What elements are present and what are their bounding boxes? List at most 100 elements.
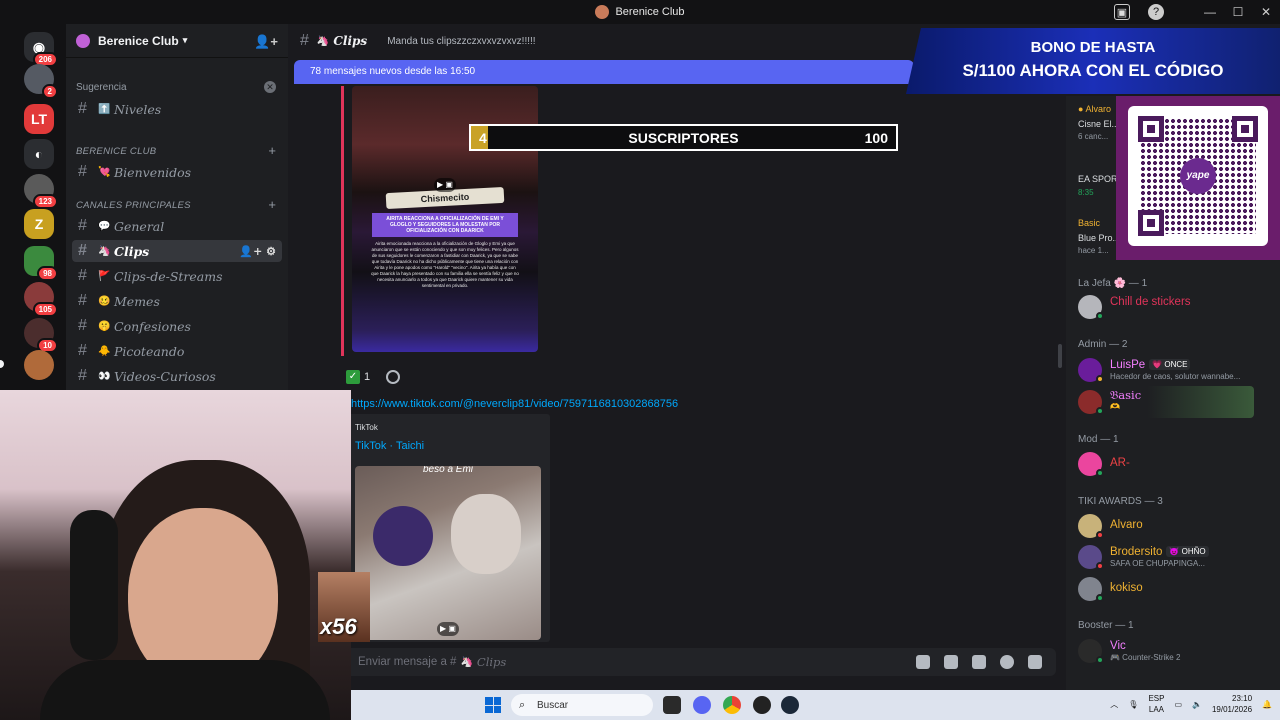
channel-general[interactable]: # 💬 General <box>72 215 282 237</box>
channel-picoteando[interactable]: # 🐥 Picoteando <box>72 340 282 362</box>
chrome-icon[interactable] <box>723 696 741 714</box>
discord-icon[interactable]: ◐ <box>24 139 54 169</box>
member-item[interactable]: LuisPe 💗 ONCE Hacedor de caos, solutor wa… <box>1076 354 1256 386</box>
server-icon[interactable]: 10 <box>24 318 58 353</box>
add-reaction-icon[interactable] <box>386 370 401 384</box>
create-channel-icon[interactable]: + <box>268 197 276 212</box>
microphone-icon[interactable]: 🎙 <box>1128 700 1138 709</box>
channel-niveles[interactable]: # ⬆️ Niveles <box>72 98 282 120</box>
member-group-label: Mod — 1 <box>1078 434 1119 445</box>
volume-icon[interactable]: 🔈 <box>1192 700 1202 709</box>
help-icon[interactable]: ? <box>1148 4 1164 20</box>
subscriber-goal: 100 <box>864 129 888 146</box>
play-icon[interactable]: ▶ ▣ <box>437 622 459 636</box>
scrollbar[interactable] <box>1058 344 1062 368</box>
member-item[interactable]: Vic 🎮 Counter-Strike 2 <box>1076 635 1256 667</box>
promo-banner: BONO DE HASTA S/1100 AHORA CON EL CÓDIGO <box>906 28 1280 94</box>
member-partial[interactable]: Basic <box>1078 218 1100 228</box>
network-icon[interactable]: ▭ <box>1174 700 1182 709</box>
member-item[interactable]: Chill de stickers <box>1076 291 1256 323</box>
message-composer[interactable]: Enviar mensaje a # 🦄 Clips <box>300 648 1056 676</box>
server-icon[interactable]: Z <box>24 209 54 239</box>
discord-app-icon[interactable] <box>693 696 711 714</box>
member-activity: Blue Pro... <box>1078 233 1121 243</box>
promo-line-2: S/1100 AHORA CON EL CÓDIGO <box>962 61 1224 80</box>
steam-icon[interactable] <box>781 696 799 714</box>
message-link[interactable]: https://www.tiktok.com/@neverclip81/vide… <box>351 398 678 410</box>
channel-confesiones[interactable]: # 🤫 Confesiones <box>72 315 282 337</box>
chevron-down-icon: ▾ <box>182 35 188 45</box>
hash-icon: # <box>78 292 87 309</box>
member-partial[interactable]: ● Alvaro <box>1078 104 1111 114</box>
language-indicator[interactable]: ESP LAA <box>1148 693 1164 715</box>
gift-icon[interactable] <box>916 655 930 669</box>
maximize-button[interactable]: ☐ <box>1224 5 1252 19</box>
task-view-icon[interactable] <box>663 696 681 714</box>
channel-clips-de-streams[interactable]: # 🚩 Clips-de-Streams <box>72 265 282 287</box>
channel-bienvenidos[interactable]: # 💘 Bienvenidos <box>72 161 282 183</box>
emoji-icon[interactable] <box>1000 655 1014 669</box>
link-embed: TikTok TikTok · Taichi beso a Emi ▶ ▣ <box>344 414 550 642</box>
system-tray: ︿ 🎙 ESP LAA ▭ 🔈 23:10 19/01/2026 🔔 <box>1110 693 1272 715</box>
search-icon: ⌕ <box>519 699 526 711</box>
member-item[interactable]: kokiso <box>1076 573 1256 605</box>
close-button[interactable]: ✕ <box>1252 5 1280 19</box>
create-channel-icon[interactable]: + <box>268 143 276 158</box>
hash-icon: # <box>78 342 87 359</box>
server-icon <box>595 5 610 19</box>
selected-server-indicator <box>0 360 4 368</box>
member-activity: 8:35 <box>1078 188 1094 197</box>
notification-icon[interactable]: 🔔 <box>1262 700 1272 709</box>
apps-icon[interactable] <box>1028 655 1042 669</box>
server-name: Berenice Club <box>98 33 179 48</box>
play-icon[interactable]: ▶ ▣ <box>434 178 456 192</box>
clock[interactable]: 23:10 19/01/2026 <box>1212 693 1252 715</box>
image-body-text: Airita emocionada reacciona a la oficial… <box>371 241 519 288</box>
subscriber-count: 4 <box>479 129 487 146</box>
server-icon[interactable]: 123 <box>24 174 58 209</box>
server-icon <box>76 33 90 48</box>
channel-topic[interactable]: Manda tus clipszzczxvxvzvxvz!!!!! <box>387 36 535 47</box>
sticker-icon[interactable] <box>972 655 986 669</box>
member-item[interactable]: AR- <box>1076 448 1256 480</box>
minimize-button[interactable]: — <box>1196 5 1224 19</box>
member-group-label: Booster — 1 <box>1078 620 1134 631</box>
member-item[interactable]: Alvaro <box>1076 510 1256 542</box>
server-icon[interactable]: 98 <box>24 246 58 281</box>
hash-icon: # <box>78 242 87 259</box>
server-icon[interactable]: 2 <box>24 64 58 99</box>
discord-home-button[interactable]: ◉ 206 <box>24 32 58 67</box>
channel-videos-curiosos[interactable]: # 👀 Videos-Curiosos <box>72 365 282 387</box>
check-icon: ✓ <box>346 370 360 384</box>
reaction-check[interactable]: ✓ 1 <box>346 370 370 384</box>
chevron-up-icon[interactable]: ︿ <box>1110 699 1118 710</box>
embed-title[interactable]: TikTok · Taichi <box>355 440 424 452</box>
channel-clips[interactable]: # 🦄 Clips 👤+ ⚙ <box>72 240 282 262</box>
category-berenice-club[interactable]: BERENICE CLUB <box>76 146 156 157</box>
server-icon[interactable]: LT <box>24 104 54 134</box>
server-header[interactable]: Berenice Club ▾ 👤+ <box>66 24 288 58</box>
obs-icon[interactable] <box>753 696 771 714</box>
inbox-icon[interactable]: ▣ <box>1114 4 1130 20</box>
suggestion-label: Sugerencia <box>76 82 127 93</box>
gif-icon[interactable] <box>944 655 958 669</box>
level-up-icon: ⬆️ <box>98 103 111 115</box>
windows-start-icon[interactable] <box>485 697 501 713</box>
invite-icon[interactable]: 👤+ <box>254 34 278 50</box>
taskbar-search[interactable]: ⌕ Buscar <box>511 694 653 716</box>
hash-icon: # <box>78 100 87 117</box>
subscriber-label: SUSCRIPTORES <box>628 129 739 146</box>
embed-thumbnail[interactable]: beso a Emi ▶ ▣ <box>355 466 541 640</box>
member-item[interactable]: 𝔅asic 🫶 <box>1076 386 1254 418</box>
channel-settings-icons[interactable]: 👤+ ⚙ <box>239 245 276 258</box>
composer-channel: Clips <box>476 655 507 669</box>
new-messages-banner[interactable]: 78 mensajes nuevos desde las 16:50 <box>294 60 914 84</box>
dismiss-suggestion-icon[interactable]: ✕ <box>264 81 276 93</box>
category-canales-principales[interactable]: CANALES PRINCIPALES <box>76 200 191 211</box>
server-icon[interactable] <box>24 350 54 380</box>
member-item[interactable]: Brodersito 😈 OHÑO SAFA OE CHUPAPINGA... <box>1076 541 1256 573</box>
webcam-overlay <box>0 390 351 720</box>
unicorn-icon: 🦄 <box>316 35 330 47</box>
server-icon[interactable]: 105 <box>24 282 58 317</box>
channel-memes[interactable]: # 🥴 Memes <box>72 290 282 312</box>
